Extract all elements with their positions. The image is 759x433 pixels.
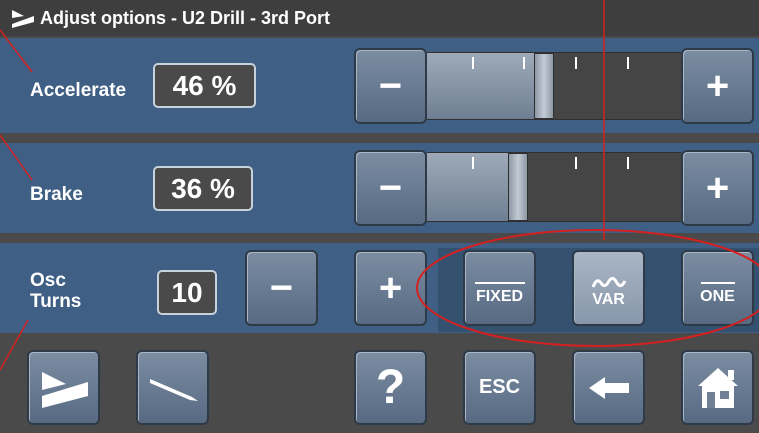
annotation-line-osc [0, 319, 29, 371]
annotation-line-brake [0, 134, 33, 181]
annotation-line-accelerate [0, 29, 33, 73]
annotation-ellipse [416, 229, 759, 347]
annotation-overlay [0, 0, 759, 371]
